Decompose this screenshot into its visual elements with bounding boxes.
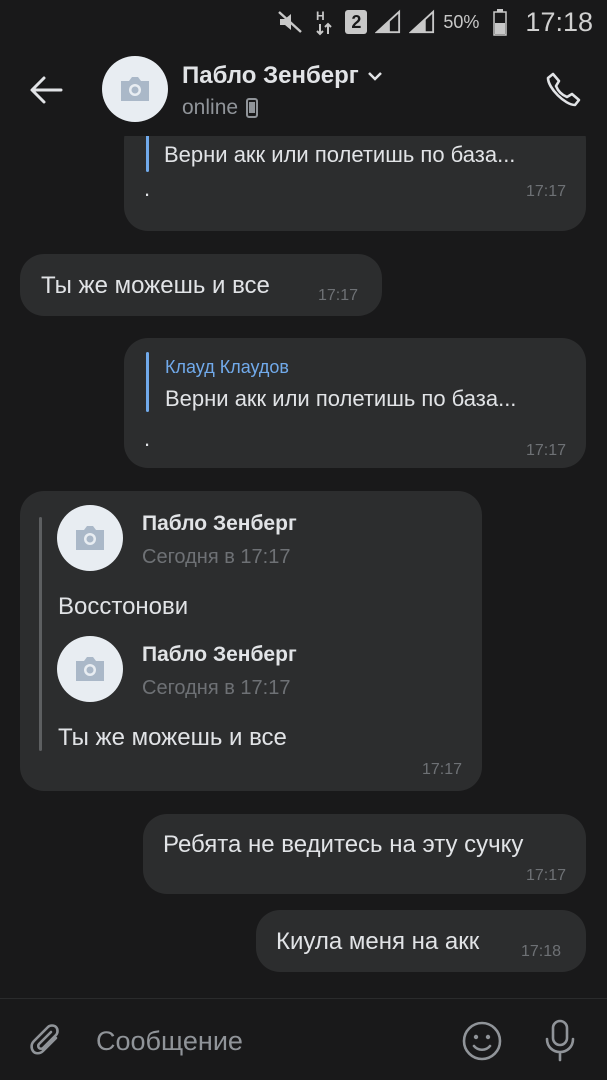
avatar[interactable] bbox=[102, 56, 168, 122]
forwarded-text: Ты же можешь и все bbox=[58, 724, 287, 751]
chevron-down-icon bbox=[367, 72, 382, 81]
forwarded-date: Сегодня в 17:17 bbox=[142, 677, 291, 699]
message-text: Киула меня на акк bbox=[276, 928, 480, 955]
reply-quote-text: Верни акк или полетишь по база... bbox=[165, 386, 517, 411]
battery-icon bbox=[487, 9, 513, 36]
avatar[interactable] bbox=[57, 636, 123, 702]
message-bubble-forwarded[interactable]: Пабло Зенберг Сегодня в 17:17 Восстонови… bbox=[20, 491, 482, 791]
back-button[interactable] bbox=[24, 68, 68, 112]
message-time: 17:17 bbox=[318, 287, 359, 304]
clock: 17:18 bbox=[525, 6, 593, 37]
sim-badge: 2 bbox=[345, 10, 368, 34]
avatar[interactable] bbox=[57, 505, 123, 571]
message-input[interactable] bbox=[96, 1019, 436, 1063]
mute-icon bbox=[277, 9, 303, 35]
contact-status-text: online bbox=[182, 96, 239, 119]
reply-bar bbox=[146, 136, 149, 172]
data-transfer-icon: H bbox=[311, 9, 337, 36]
message-bubble-outgoing[interactable]: Киула меня на акк 17:18 bbox=[256, 910, 586, 972]
attach-button[interactable] bbox=[26, 1019, 66, 1063]
message-time: 17:18 bbox=[521, 943, 562, 960]
call-button[interactable] bbox=[541, 68, 585, 112]
camera-icon bbox=[121, 77, 149, 101]
back-arrow-icon bbox=[30, 76, 63, 104]
message-time: 17:17 bbox=[525, 183, 566, 200]
chat-header: Пабло Зенберг online bbox=[0, 44, 607, 136]
contact-status: online bbox=[182, 96, 259, 120]
reply-bar bbox=[146, 352, 149, 412]
signal-icon bbox=[375, 9, 401, 35]
message-text: . bbox=[144, 176, 151, 201]
smiley-icon bbox=[462, 1021, 502, 1061]
camera-icon bbox=[76, 657, 104, 681]
forwarded-author[interactable]: Пабло Зенберг bbox=[142, 512, 297, 536]
message-bubble-outgoing[interactable]: Ребята не ведитесь на эту сучку 17:17 bbox=[143, 814, 586, 894]
contact-name[interactable]: Пабло Зенберг bbox=[182, 62, 383, 90]
reply-author: Клауд Клаудов bbox=[165, 357, 289, 377]
message-text: . bbox=[144, 426, 151, 451]
paperclip-icon bbox=[30, 1024, 59, 1055]
message-text: Ребята не ведитесь на эту сучку bbox=[163, 831, 524, 858]
battery-percent: 50% bbox=[443, 11, 480, 32]
message-time: 17:17 bbox=[525, 867, 566, 884]
forwarded-date: Сегодня в 17:17 bbox=[142, 546, 291, 568]
camera-icon bbox=[76, 526, 104, 550]
message-text: Ты же можешь и все bbox=[41, 272, 270, 299]
message-list[interactable]: Верни акк или полетишь по база... . 17:1… bbox=[0, 136, 607, 998]
emoji-button[interactable] bbox=[460, 1019, 504, 1063]
contact-name-text: Пабло Зенберг bbox=[182, 62, 359, 89]
signal-icon-2 bbox=[409, 9, 435, 35]
microphone-icon bbox=[545, 1019, 575, 1062]
mobile-phone-icon bbox=[246, 98, 259, 118]
phone-icon bbox=[546, 72, 581, 107]
message-composer bbox=[0, 998, 607, 1080]
forwarded-author[interactable]: Пабло Зенберг bbox=[142, 643, 297, 667]
reply-quote-text: Верни акк или полетишь по база... bbox=[164, 142, 516, 167]
message-bubble-incoming[interactable]: Ты же можешь и все 17:17 bbox=[20, 254, 382, 316]
voice-message-button[interactable] bbox=[538, 1017, 582, 1065]
message-time: 17:17 bbox=[421, 761, 462, 778]
status-bar: H 2 50% 17:18 bbox=[0, 0, 607, 44]
forward-bar bbox=[39, 517, 42, 751]
forwarded-text: Восстонови bbox=[58, 593, 189, 620]
message-bubble-outgoing[interactable]: Верни акк или полетишь по база... . 17:1… bbox=[124, 136, 586, 231]
message-time: 17:17 bbox=[525, 442, 566, 459]
message-bubble-outgoing[interactable]: Клауд Клаудов Верни акк или полетишь по … bbox=[124, 338, 586, 468]
svg-text:H: H bbox=[316, 9, 325, 23]
